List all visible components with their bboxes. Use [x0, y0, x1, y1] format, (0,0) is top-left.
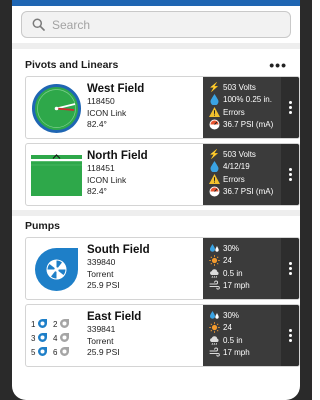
- linear-field-icon: [31, 150, 82, 201]
- device-id: 339841: [87, 324, 116, 334]
- section-header-pivots: Pivots and Linears •••: [12, 56, 300, 74]
- search-input[interactable]: [52, 17, 272, 32]
- field-name: East Field: [87, 311, 142, 323]
- wind-icon: [209, 280, 220, 291]
- water-drop-icon: [209, 161, 220, 173]
- device-type: ICON Link: [87, 174, 127, 185]
- voltage-value: 503 Volts: [223, 82, 256, 92]
- pressure-value: 36.7 PSI (mA): [223, 187, 274, 197]
- weather-panel: 30% 24 0.5 in 17 mph: [203, 305, 299, 366]
- pump-status-icon: [59, 318, 70, 331]
- temperature-value: 24: [223, 256, 232, 266]
- section-header-pumps: Pumps: [12, 217, 300, 235]
- device-id: 339840: [87, 257, 116, 267]
- pump-icon: [31, 244, 82, 295]
- section-title: Pumps: [25, 220, 61, 232]
- water-value: 100% 0.25 in.: [223, 95, 272, 105]
- humidity-value: 30%: [223, 243, 240, 253]
- field-name: North Field: [87, 150, 148, 162]
- pump-status-icon: [37, 318, 48, 331]
- app-screen: Pivots and Linears ••• West Field 118450…: [12, 0, 300, 400]
- pivot-card-north-field[interactable]: North Field 118451 ICON Link 82.4° ⚡ 503 …: [25, 143, 300, 206]
- kebab-menu-button[interactable]: [281, 144, 299, 205]
- wind-speed-value: 17 mph: [223, 348, 250, 358]
- pump-card-south-field[interactable]: South Field 339840 Torrent 25.9 PSI 30% …: [25, 237, 300, 300]
- status-panel: ⚡ 503 Volts 4/12/19 Errors 36.7 PSI (mA): [203, 144, 299, 205]
- device-type: ICON Link: [87, 107, 127, 118]
- device-id: 118451: [87, 163, 115, 173]
- section-title: Pivots and Linears: [25, 59, 119, 71]
- status-panel: ⚡ 503 Volts 100% 0.25 in. Errors 36.7 PSI…: [203, 77, 299, 138]
- pump-pressure: 25.9 PSI: [87, 347, 120, 357]
- rainfall-value: 0.5 in: [223, 335, 243, 345]
- errors-label: Errors: [223, 107, 245, 117]
- divider: [12, 43, 300, 49]
- search-bar[interactable]: [21, 11, 291, 38]
- pivot-card-west-field[interactable]: West Field 118450 ICON Link 82.4° ⚡ 503 V…: [25, 76, 300, 139]
- pivot-circle-icon: [31, 83, 82, 134]
- pump-status-icon: [37, 332, 48, 345]
- divider: [12, 210, 300, 216]
- temperature-value: 24: [223, 323, 232, 333]
- rain-cloud-icon: [209, 335, 220, 346]
- wind-speed-value: 17 mph: [223, 281, 250, 291]
- pump-pressure: 25.9 PSI: [87, 280, 120, 290]
- wind-icon: [209, 347, 220, 358]
- lightning-icon: ⚡: [208, 81, 221, 92]
- pump-status-icon: [59, 332, 70, 345]
- lightning-icon: ⚡: [208, 148, 221, 159]
- sun-icon: [209, 255, 220, 266]
- weather-panel: 30% 24 0.5 in 17 mph: [203, 238, 299, 299]
- pressure-value: 36.7 PSI (mA): [223, 120, 274, 130]
- field-name: West Field: [87, 83, 145, 95]
- water-drop-icon: [209, 94, 220, 106]
- last-run-date: 4/12/19: [223, 162, 250, 172]
- device-frame: Pivots and Linears ••• West Field 118450…: [0, 0, 312, 400]
- errors-label: Errors: [223, 174, 245, 184]
- pressure-gauge-icon: [209, 186, 220, 197]
- pivot-angle: 82.4°: [87, 119, 107, 129]
- device-id: 118450: [87, 96, 115, 106]
- pump-card-east-field[interactable]: 1 2 3 4 5 6 East Field 339841 Torrent 25…: [25, 304, 300, 367]
- sun-icon: [209, 322, 220, 333]
- device-type: Torrent: [87, 335, 114, 346]
- warning-icon: [209, 174, 220, 185]
- warning-icon: [209, 107, 220, 118]
- pivot-angle: 82.4°: [87, 186, 107, 196]
- pressure-gauge-icon: [209, 119, 220, 130]
- more-options-icon[interactable]: •••: [269, 58, 287, 72]
- search-icon: [32, 18, 45, 31]
- kebab-menu-button[interactable]: [281, 305, 299, 366]
- multi-pump-grid: 1 2 3 4 5 6: [31, 311, 82, 362]
- pump-status-icon: [37, 346, 48, 359]
- humidity-icon: [209, 243, 220, 254]
- field-name: South Field: [87, 244, 150, 256]
- rainfall-value: 0.5 in: [223, 268, 243, 278]
- kebab-menu-button[interactable]: [281, 77, 299, 138]
- rain-cloud-icon: [209, 268, 220, 279]
- device-type: Torrent: [87, 268, 114, 279]
- humidity-icon: [209, 310, 220, 321]
- pump-status-icon: [59, 346, 70, 359]
- kebab-menu-button[interactable]: [281, 238, 299, 299]
- voltage-value: 503 Volts: [223, 149, 256, 159]
- humidity-value: 30%: [223, 310, 240, 320]
